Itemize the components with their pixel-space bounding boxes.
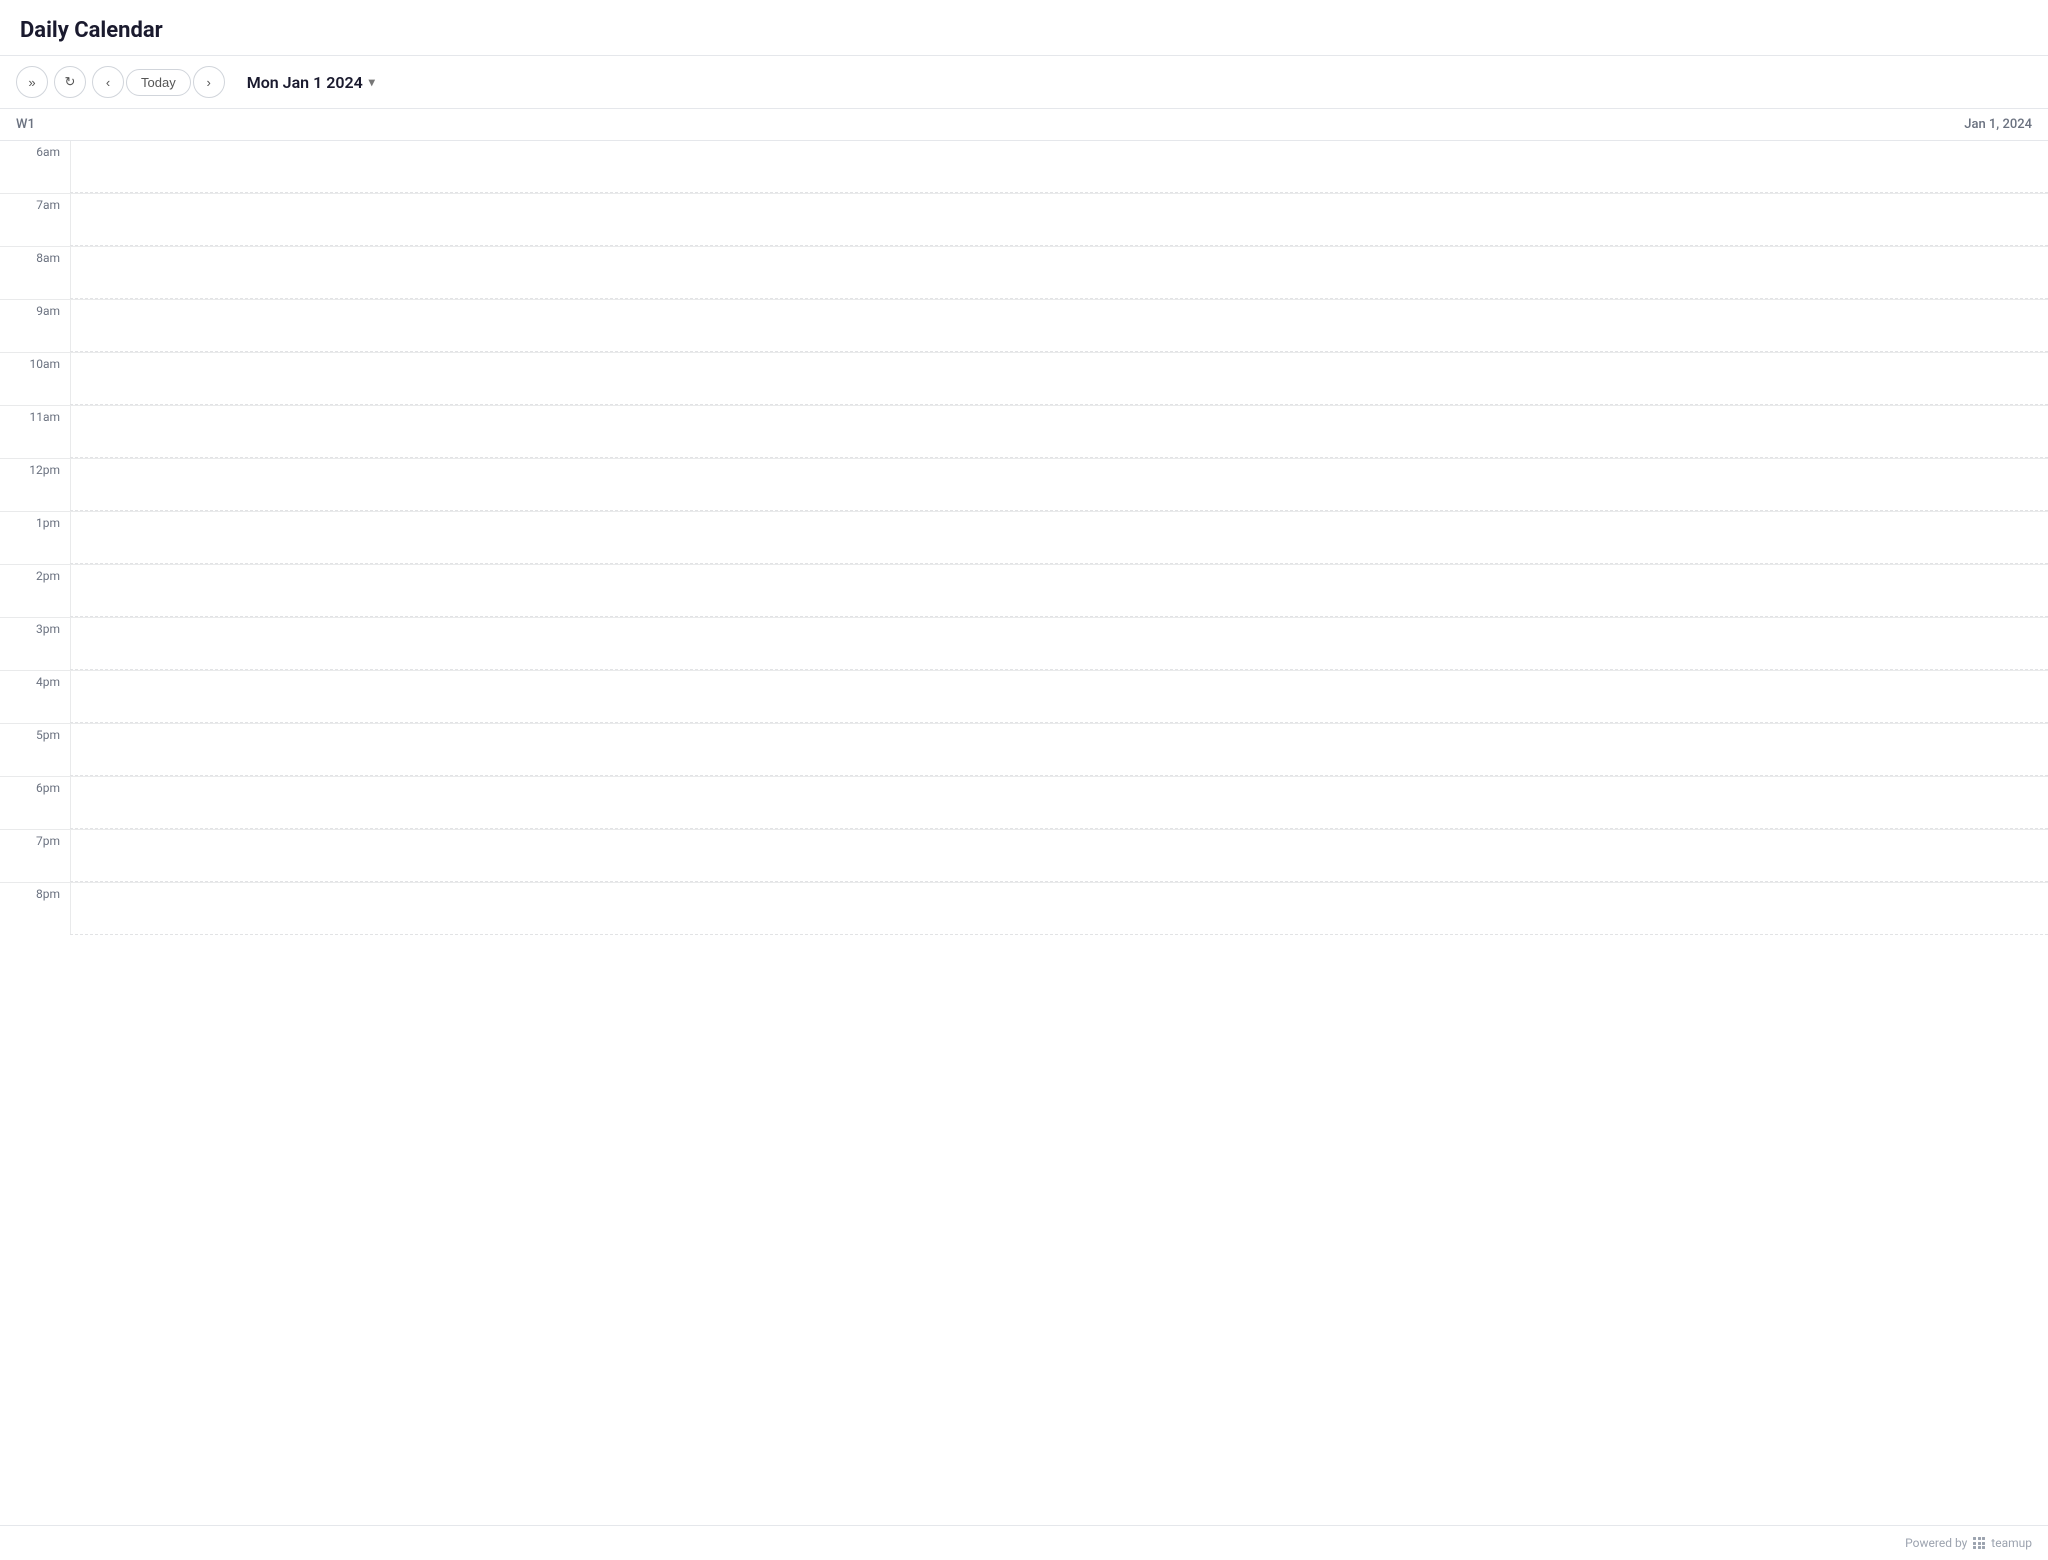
time-row[interactable]: 6am [0, 141, 2048, 194]
next-icon: › [207, 75, 211, 90]
time-content-area[interactable] [70, 300, 2048, 352]
time-label: 6am [0, 141, 70, 159]
time-label: 8am [0, 247, 70, 265]
time-row[interactable]: 10am [0, 353, 2048, 406]
time-content-area[interactable] [70, 459, 2048, 511]
time-label: 11am [0, 406, 70, 424]
time-row[interactable]: 7pm [0, 830, 2048, 883]
time-row[interactable]: 4pm [0, 671, 2048, 724]
date-header-label: Jan 1, 2024 [1964, 117, 2032, 132]
nav-group: ‹ Today › [92, 66, 225, 98]
time-content-area[interactable] [70, 724, 2048, 776]
time-row[interactable]: 7am [0, 194, 2048, 247]
time-label: 12pm [0, 459, 70, 477]
time-content-area[interactable] [70, 618, 2048, 670]
time-content-area[interactable] [70, 777, 2048, 829]
time-label: 2pm [0, 565, 70, 583]
toolbar: » ↻ ‹ Today › Mon Jan 1 2024 ▾ [0, 56, 2048, 109]
refresh-icon: ↻ [65, 74, 76, 90]
refresh-button[interactable]: ↻ [54, 66, 86, 98]
collapse-button[interactable]: » [16, 66, 48, 98]
collapse-icon: » [28, 75, 35, 90]
time-label: 3pm [0, 618, 70, 636]
time-label: 7pm [0, 830, 70, 848]
time-label: 5pm [0, 724, 70, 742]
time-label: 10am [0, 353, 70, 371]
time-row[interactable]: 12pm [0, 459, 2048, 512]
time-row[interactable]: 11am [0, 406, 2048, 459]
page-title: Daily Calendar [20, 18, 2028, 43]
time-row[interactable]: 8am [0, 247, 2048, 300]
time-row[interactable]: 6pm [0, 777, 2048, 830]
teamup-logo-icon [1973, 1537, 1985, 1549]
time-content-area[interactable] [70, 671, 2048, 723]
time-content-area[interactable] [70, 512, 2048, 564]
time-label: 9am [0, 300, 70, 318]
time-content-area[interactable] [70, 247, 2048, 299]
week-label: W1 [16, 117, 35, 132]
time-label: 6pm [0, 777, 70, 795]
today-button[interactable]: Today [126, 69, 191, 96]
time-label: 4pm [0, 671, 70, 689]
prev-icon: ‹ [106, 75, 110, 90]
current-date-label: Mon Jan 1 2024 [247, 73, 363, 92]
time-row[interactable]: 2pm [0, 565, 2048, 618]
prev-button[interactable]: ‹ [92, 66, 124, 98]
time-content-area[interactable] [70, 883, 2048, 935]
brand-name: teamup [1991, 1536, 2032, 1550]
time-row[interactable]: 8pm [0, 883, 2048, 935]
time-content-area[interactable] [70, 565, 2048, 617]
today-label: Today [141, 75, 176, 90]
time-content-area[interactable] [70, 353, 2048, 405]
calendar-header-row: W1 Jan 1, 2024 [0, 109, 2048, 141]
powered-by-text: Powered by [1905, 1536, 1967, 1550]
time-grid: 6am 7am 8am 9am 10am 11am 12pm 1pm 2pm 3pm 4pm 5pm 6… [0, 141, 2048, 1525]
date-picker-button[interactable]: Mon Jan 1 2024 ▾ [239, 69, 383, 96]
time-content-area[interactable] [70, 141, 2048, 193]
time-row[interactable]: 9am [0, 300, 2048, 353]
page-header: Daily Calendar [0, 0, 2048, 56]
next-button[interactable]: › [193, 66, 225, 98]
time-row[interactable]: 5pm [0, 724, 2048, 777]
time-label: 8pm [0, 883, 70, 901]
chevron-down-icon: ▾ [369, 75, 375, 89]
calendar-container: W1 Jan 1, 2024 6am 7am 8am 9am 10am 11am 12pm 1… [0, 109, 2048, 1525]
footer: Powered by teamup [0, 1525, 2048, 1560]
time-label: 1pm [0, 512, 70, 530]
time-label: 7am [0, 194, 70, 212]
time-row[interactable]: 3pm [0, 618, 2048, 671]
time-row[interactable]: 1pm [0, 512, 2048, 565]
time-content-area[interactable] [70, 194, 2048, 246]
time-content-area[interactable] [70, 406, 2048, 458]
time-content-area[interactable] [70, 830, 2048, 882]
